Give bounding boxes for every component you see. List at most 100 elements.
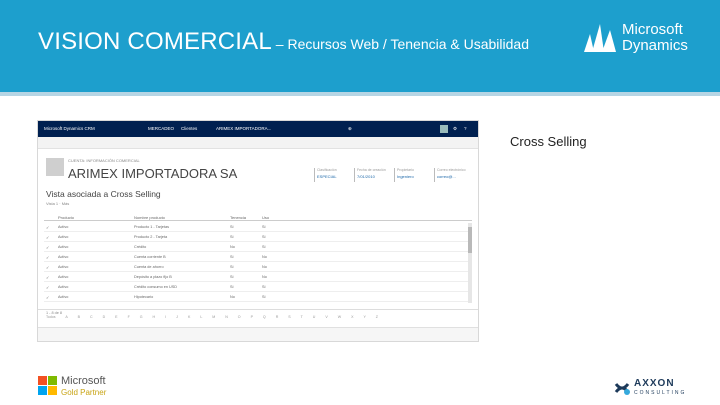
- table-cell: No: [262, 265, 267, 269]
- table-cell: Sí: [230, 235, 234, 239]
- row-checkbox[interactable]: ✓: [46, 285, 49, 290]
- crm-entity[interactable]: Clientes: [181, 126, 197, 131]
- column-header[interactable]: Uso: [262, 215, 269, 220]
- column-header[interactable]: Producto: [58, 215, 74, 220]
- table-cell: Activo: [58, 275, 69, 279]
- table-cell: Sí: [262, 295, 266, 299]
- table-cell: Sí: [262, 225, 266, 229]
- table-cell: Activo: [58, 255, 69, 259]
- field-key: Fecha de creación: [357, 168, 386, 172]
- logo-text-microsoft: Microsoft: [622, 21, 683, 38]
- header-field: Fecha de creación 7/01/2010: [354, 168, 390, 182]
- status-bar: [38, 327, 478, 341]
- gold-text-partner: Gold Partner: [61, 388, 107, 397]
- table-cell: Sí: [230, 285, 234, 289]
- table-cell: Cuenta de ahorro: [134, 265, 164, 269]
- axxon-infinity-icon: [614, 383, 630, 395]
- table-cell: Sí: [230, 225, 234, 229]
- row-checkbox[interactable]: ✓: [46, 275, 49, 280]
- table-row[interactable]: ✓ Activo Hipotecario No Sí: [44, 293, 472, 302]
- slide: VISION COMERCIAL – Recursos Web / Tenenc…: [0, 0, 720, 405]
- table-cell: Depósito a plazo fijo B: [134, 275, 172, 279]
- table-cell: Sí: [230, 275, 234, 279]
- table-cell: Activo: [58, 245, 69, 249]
- table-cell: No: [230, 245, 235, 249]
- microsoft-flag-icon: [38, 376, 58, 396]
- slide-title: VISION COMERCIAL – Recursos Web / Tenenc…: [38, 28, 529, 56]
- table-cell: Sí: [262, 285, 266, 289]
- title-sub: – Recursos Web / Tenencia & Usabilidad: [271, 36, 529, 52]
- view-subtitle[interactable]: Vista 1 · Más: [46, 201, 69, 206]
- table-row[interactable]: ✓ Activo Crédito No Sí: [44, 243, 472, 252]
- row-checkbox[interactable]: ✓: [46, 245, 49, 250]
- field-key: Propietario: [397, 168, 414, 172]
- field-key: Clasificación: [317, 168, 337, 172]
- user-avatar-icon[interactable]: [440, 125, 448, 133]
- table-cell: Activo: [58, 265, 69, 269]
- table-cell: No: [230, 295, 235, 299]
- gold-text-microsoft: Microsoft: [61, 375, 106, 387]
- row-checkbox[interactable]: ✓: [46, 235, 49, 240]
- table-row[interactable]: ✓ Activo Producto 1 - Tarjetas Sí Sí: [44, 223, 472, 232]
- header-divider: [0, 92, 720, 96]
- settings-icon[interactable]: ⚙: [453, 126, 457, 132]
- field-value[interactable]: correo@...: [437, 174, 470, 179]
- dynamics-mark-icon: [584, 24, 616, 52]
- row-checkbox[interactable]: ✓: [46, 255, 49, 260]
- logo-text-dynamics: Dynamics: [622, 37, 688, 54]
- grid-header: Producto Nombre producto Tenencia Uso: [44, 213, 472, 221]
- axxon-consulting-logo: AXXON CONSULTING: [612, 378, 708, 398]
- table-row[interactable]: ✓ Activo Crédito consumo en USD Sí Sí: [44, 283, 472, 292]
- table-cell: Activo: [58, 225, 69, 229]
- crm-area[interactable]: MERCADEO: [148, 126, 174, 131]
- table-cell: Sí: [230, 265, 234, 269]
- table-cell: Cuenta corriente B: [134, 255, 166, 259]
- scrollbar-thumb[interactable]: [468, 227, 472, 253]
- table-cell: No: [262, 255, 267, 259]
- crm-navbar: Microsoft Dynamics CRM MERCADEO Clientes…: [38, 121, 478, 137]
- crm-search-icon[interactable]: ⊕: [348, 126, 352, 132]
- row-checkbox[interactable]: ✓: [46, 225, 49, 230]
- crm-record[interactable]: ARIMEX IMPORTADORA...: [216, 126, 271, 131]
- microsoft-dynamics-logo: Microsoft Dynamics: [582, 20, 702, 60]
- table-row[interactable]: ✓ Activo Producto 2 - Tarjeta Sí Sí: [44, 233, 472, 242]
- crm-screenshot: Microsoft Dynamics CRM MERCADEO Clientes…: [37, 120, 479, 342]
- header-field: Clasificación ESPECIAL: [314, 168, 350, 182]
- account-avatar: [46, 158, 64, 176]
- field-value[interactable]: Ingeniero: [397, 174, 430, 179]
- record-name: ARIMEX IMPORTADORA SA: [68, 166, 238, 181]
- header-field: Propietario Ingeniero: [394, 168, 430, 182]
- view-title[interactable]: Vista asociada a Cross Selling: [46, 189, 161, 199]
- header-field: Correo electrónico correo@...: [434, 168, 470, 182]
- data-grid: Producto Nombre producto Tenencia Uso ✓ A…: [44, 213, 472, 309]
- table-row[interactable]: ✓ Activo Cuenta corriente B Sí No: [44, 253, 472, 262]
- alphabet-filter[interactable]: Todos A B C D E F G H I J K L M N O P Q …: [46, 315, 474, 319]
- table-cell: Sí: [262, 235, 266, 239]
- table-cell: Activo: [58, 295, 69, 299]
- axxon-text: AXXON: [634, 378, 675, 389]
- table-row[interactable]: ✓ Activo Depósito a plazo fijo B Sí No: [44, 273, 472, 282]
- crm-app-name[interactable]: Microsoft Dynamics CRM: [44, 126, 95, 131]
- table-cell: Activo: [58, 285, 69, 289]
- table-cell: Activo: [58, 235, 69, 239]
- caption-cross-selling: Cross Selling: [510, 134, 587, 149]
- table-cell: Sí: [262, 245, 266, 249]
- record-type-label: CUENTA: INFORMACIÓN COMERCIAL: [68, 158, 140, 163]
- field-value[interactable]: ESPECIAL: [317, 174, 350, 179]
- title-main: VISION COMERCIAL: [38, 28, 272, 55]
- row-checkbox[interactable]: ✓: [46, 295, 49, 300]
- field-value[interactable]: 7/01/2010: [357, 174, 390, 179]
- table-cell: No: [262, 275, 267, 279]
- table-row[interactable]: ✓ Activo Cuenta de ahorro Sí No: [44, 263, 472, 272]
- table-cell: Producto 1 - Tarjetas: [134, 225, 169, 229]
- consulting-text: CONSULTING: [634, 390, 687, 396]
- column-header[interactable]: Tenencia: [230, 215, 246, 220]
- command-bar: [38, 137, 478, 149]
- table-cell: Producto 2 - Tarjeta: [134, 235, 168, 239]
- row-checkbox[interactable]: ✓: [46, 265, 49, 270]
- table-cell: Crédito: [134, 245, 147, 249]
- table-cell: Sí: [230, 255, 234, 259]
- help-icon[interactable]: ?: [464, 126, 467, 131]
- column-header[interactable]: Nombre producto: [134, 215, 165, 220]
- field-key: Correo electrónico: [437, 168, 466, 172]
